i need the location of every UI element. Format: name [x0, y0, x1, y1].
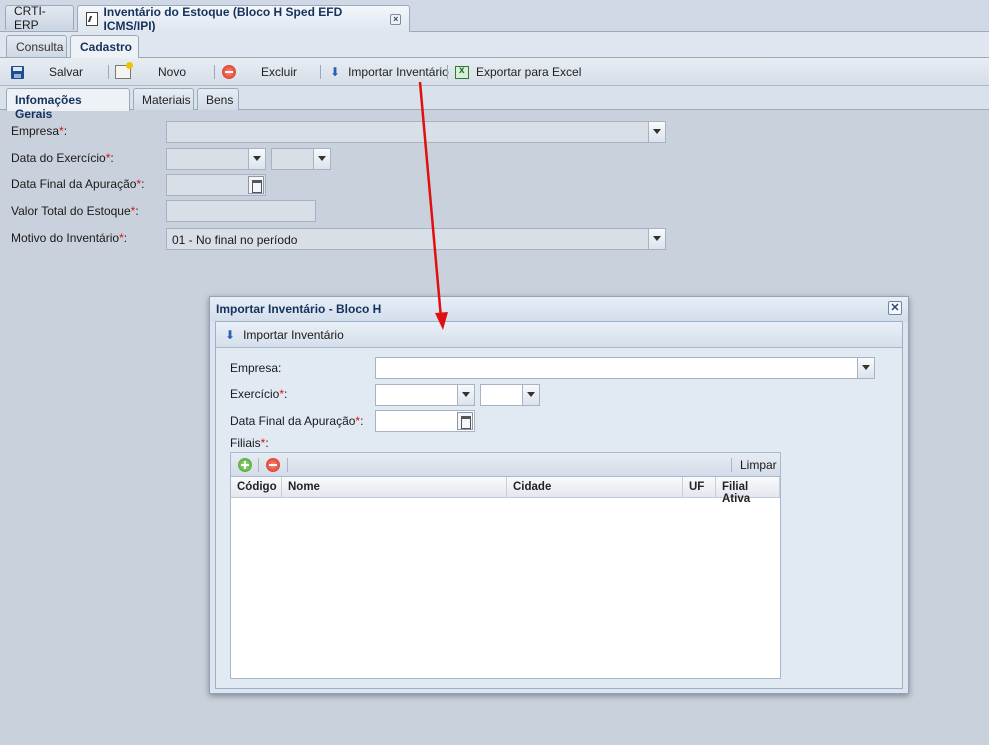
tab-consulta[interactable]: Consulta — [6, 35, 67, 57]
combo-arrow-icon[interactable] — [522, 385, 539, 405]
window-tab-bar: CRTI-ERP Inventário do Estoque (Bloco H … — [0, 0, 989, 33]
window-tab-label: CRTI-ERP — [14, 4, 46, 32]
toolbar-divider — [731, 458, 732, 472]
close-icon[interactable]: ✕ — [888, 301, 902, 315]
tab-cadastro-label: Cadastro — [80, 40, 133, 54]
tab-consulta-label: Consulta — [16, 40, 64, 54]
dialog-header: Importar Inventário - Bloco H ✕ — [210, 297, 908, 321]
new-label: Novo — [158, 65, 187, 79]
dialog-exercicio-year-combo[interactable] — [480, 384, 540, 406]
save-icon — [11, 65, 24, 79]
export-label: Exportar para Excel — [476, 65, 582, 79]
column-header-uf[interactable]: UF — [683, 477, 716, 497]
form-tab-bar: Infomações Gerais Materiais Bens — [0, 86, 989, 121]
dialog-import-label: Importar Inventário — [243, 328, 344, 342]
tab-bens[interactable]: Bens — [197, 88, 239, 110]
import-label: Importar Inventário — [348, 65, 449, 79]
exercicio-year-combo[interactable] — [271, 148, 331, 170]
new-button[interactable]: Novo — [115, 62, 186, 82]
annotation-arrow-line — [418, 81, 443, 319]
calendar-icon[interactable] — [248, 176, 264, 194]
data-final-label: Data Final da Apuração*: — [11, 177, 145, 191]
delete-icon — [222, 65, 236, 79]
window-tab-inventario[interactable]: Inventário do Estoque (Bloco H Sped EFD … — [77, 5, 410, 33]
toolbar-divider — [320, 65, 321, 79]
combo-arrow-icon[interactable] — [648, 229, 665, 249]
combo-arrow-icon[interactable] — [857, 358, 874, 378]
grid-toolbar: Limpar — [231, 453, 780, 477]
tab-label: Bens — [206, 93, 234, 107]
document-icon — [86, 12, 98, 26]
new-icon — [115, 62, 133, 79]
motivo-combo[interactable]: 01 - No final no período — [166, 228, 666, 250]
tab-materiais[interactable]: Materiais — [133, 88, 194, 110]
tab-informacoes-gerais[interactable]: Infomações Gerais — [6, 88, 130, 121]
tab-cadastro[interactable]: Cadastro — [70, 35, 139, 59]
column-header-codigo[interactable]: Código — [231, 477, 282, 497]
combo-arrow-icon[interactable] — [457, 385, 474, 405]
delete-label: Excluir — [261, 65, 298, 79]
tab-label: Infomações Gerais — [15, 93, 82, 121]
dialog-data-final-label: Data Final da Apuração*: — [230, 414, 364, 428]
combo-arrow-icon[interactable] — [648, 122, 665, 142]
save-label: Salvar — [49, 65, 84, 79]
combo-arrow-icon[interactable] — [313, 149, 330, 169]
toolbar-divider — [287, 458, 288, 472]
dialog-empresa-combo[interactable] — [375, 357, 875, 379]
data-final-field[interactable] — [166, 174, 266, 196]
arrow-down-icon: ⬇ — [330, 65, 341, 79]
window-tab-label: Inventário do Estoque (Bloco H Sped EFD … — [103, 5, 343, 33]
toolbar-divider — [108, 65, 109, 79]
dialog-data-final-field[interactable] — [375, 410, 475, 432]
filiais-grid: Limpar Código Nome Cidade UF Filial Ativ… — [230, 452, 781, 679]
toolbar-divider — [214, 65, 215, 79]
add-icon[interactable] — [238, 458, 252, 472]
export-excel-button[interactable]: Exportar para Excel — [455, 62, 581, 82]
column-header-cidade[interactable]: Cidade — [507, 477, 683, 497]
column-header-filial-ativa[interactable]: Filial Ativa — [716, 477, 780, 505]
excel-icon — [455, 65, 469, 79]
toolbar-divider — [447, 65, 448, 79]
combo-arrow-icon[interactable] — [248, 149, 265, 169]
window-tab-crti-erp[interactable]: CRTI-ERP — [5, 4, 74, 32]
remove-icon[interactable] — [266, 458, 280, 472]
data-exercicio-label: Data do Exercício*: — [11, 151, 114, 165]
tab-label: Materiais — [142, 93, 191, 107]
dialog-title: Importar Inventário - Bloco H — [216, 302, 382, 316]
dialog-body: ⬇ Importar Inventário Empresa: Exercício… — [215, 321, 903, 689]
empresa-label: Empresa*: — [11, 124, 68, 138]
valor-total-label: Valor Total do Estoque*: — [11, 204, 139, 218]
dialog-import-button[interactable]: ⬇ Importar Inventário — [225, 328, 344, 342]
empresa-combo[interactable] — [166, 121, 666, 143]
exercicio-month-combo[interactable] — [166, 148, 266, 170]
motivo-value: 01 - No final no período — [172, 233, 298, 247]
grid-header: Código Nome Cidade UF Filial Ativa — [231, 477, 780, 505]
dialog-toolbar: ⬇ Importar Inventário — [216, 322, 902, 348]
arrow-down-icon: ⬇ — [225, 328, 236, 342]
sub-tab-bar: Consulta Cadastro — [0, 32, 989, 59]
toolbar-divider — [258, 458, 259, 472]
motivo-label: Motivo do Inventário*: — [11, 231, 128, 245]
column-header-nome[interactable]: Nome — [282, 477, 507, 497]
dialog-empresa-label: Empresa: — [230, 361, 282, 375]
import-dialog: Importar Inventário - Bloco H ✕ ⬇ Import… — [209, 296, 909, 694]
dialog-exercicio-month-combo[interactable] — [375, 384, 475, 406]
valor-total-field[interactable] — [166, 200, 316, 222]
dialog-exercicio-label: Exercício*: — [230, 387, 288, 401]
limpar-button[interactable]: Limpar — [740, 458, 777, 472]
import-inventory-button[interactable]: ⬇ Importar Inventário — [330, 62, 449, 82]
calendar-icon[interactable] — [457, 412, 473, 430]
main-toolbar: Salvar Novo Excluir ⬇ Importar Inventári… — [0, 58, 989, 86]
save-button[interactable]: Salvar — [11, 62, 83, 82]
tab-close-icon[interactable]: × — [390, 13, 401, 25]
delete-button[interactable]: Excluir — [222, 62, 297, 82]
dialog-filiais-label: Filiais*: — [230, 436, 269, 450]
